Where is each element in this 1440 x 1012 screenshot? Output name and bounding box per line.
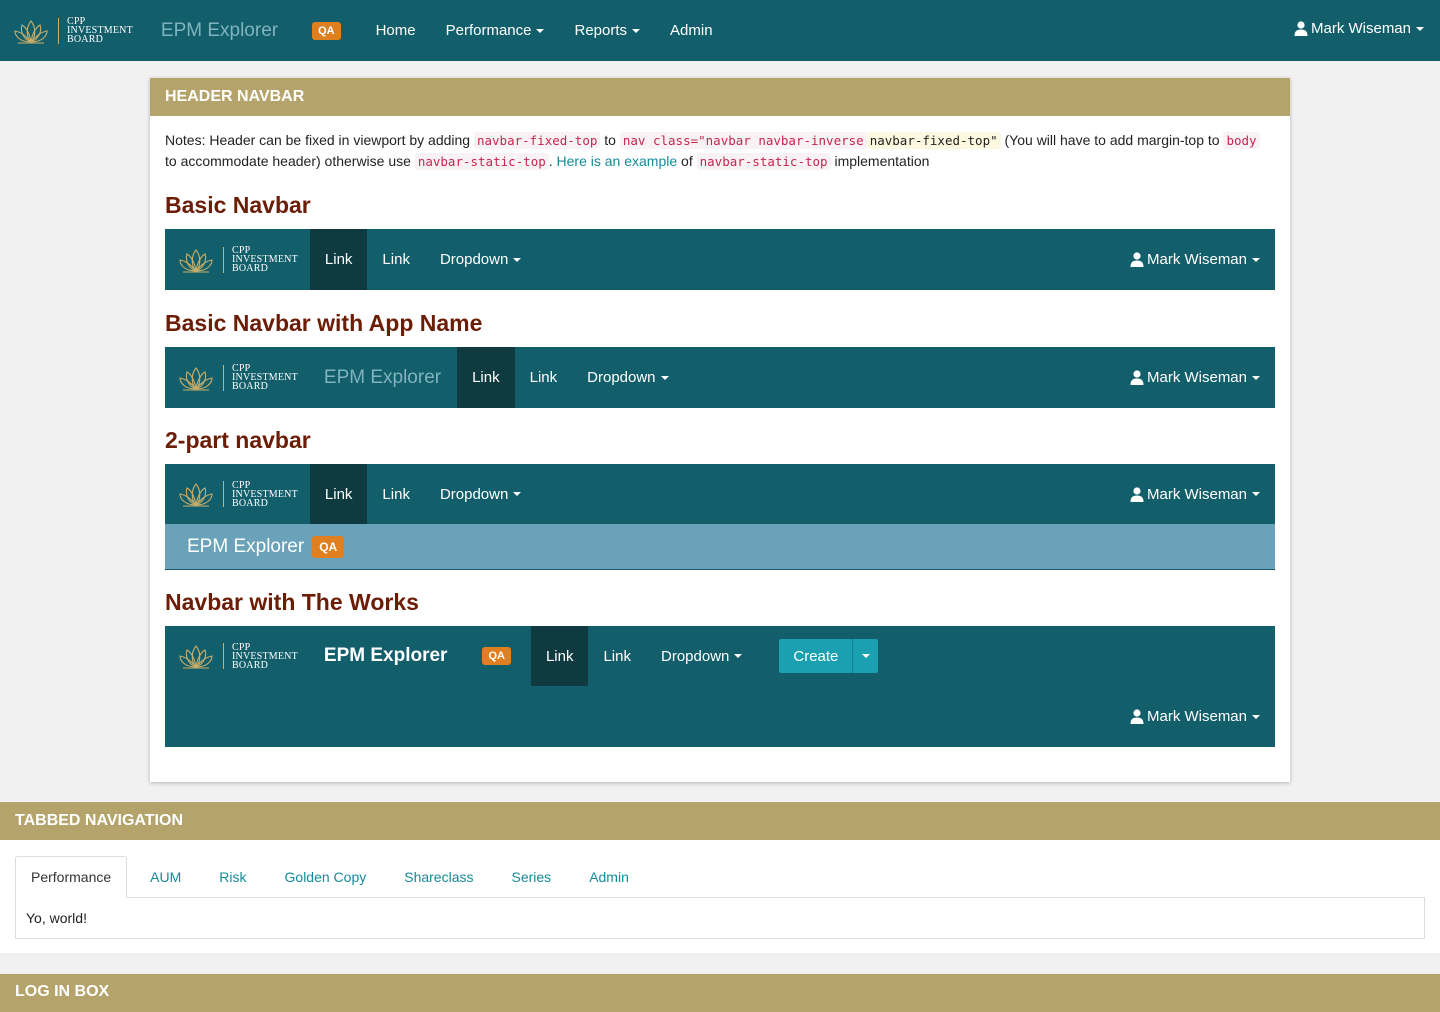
user-menu[interactable]: Mark Wiseman [1294, 20, 1424, 37]
caret-down-icon [1252, 492, 1260, 496]
user-icon [1130, 370, 1144, 385]
code-snippet: navbar-static-top [696, 153, 831, 170]
create-split-button: Create [779, 639, 879, 673]
basic-navbar-example: CPP INVESTMENT BOARD Link Link Dropdown Ma… [165, 229, 1275, 290]
nav-dropdown[interactable]: Dropdown [425, 464, 536, 524]
nav-admin[interactable]: Admin [655, 0, 728, 61]
cpp-logo[interactable]: CPP INVESTMENT BOARD [177, 642, 298, 670]
lotus-logo-icon [12, 17, 50, 45]
notes-text: Notes: Header can be fixed in viewport b… [165, 130, 1275, 172]
heading-two-part-navbar: 2-part navbar [165, 427, 311, 453]
cpp-logo[interactable]: CPP INVESTMENT BOARD [177, 480, 298, 508]
nav-link[interactable]: Link [367, 464, 425, 524]
heading-navbar-app-name: Basic Navbar with App Name [165, 310, 483, 336]
tab-admin[interactable]: Admin [574, 856, 644, 898]
code-snippet: navbar-fixed-top [473, 132, 601, 149]
nav-home[interactable]: Home [361, 0, 431, 61]
user-menu[interactable]: Mark Wiseman [1130, 486, 1260, 503]
lotus-logo-icon [177, 364, 215, 392]
nav-link-active[interactable]: Link [457, 347, 515, 408]
nav-link[interactable]: Link [515, 347, 573, 408]
app-name[interactable]: EPM Explorer [161, 20, 278, 42]
tab-performance[interactable]: Performance [15, 856, 128, 898]
lotus-logo-icon [177, 642, 215, 670]
nav-link-active[interactable]: Link [309, 464, 368, 524]
nav-link-active[interactable]: Link [530, 626, 589, 686]
code-snippet: nav class="navbar navbar-inverse [619, 132, 867, 149]
heading-navbar-works: Navbar with The Works [165, 589, 419, 615]
lotus-logo-icon [177, 480, 215, 508]
user-menu[interactable]: Mark Wiseman [1130, 369, 1260, 386]
example-link[interactable]: Here is an example [557, 153, 678, 169]
nav-performance-label: Performance [445, 22, 532, 39]
navbar-app-name-example: CPP INVESTMENT BOARD EPM Explorer Link Lin… [165, 347, 1275, 408]
login-box-title: LOG IN BOX [0, 974, 1440, 1012]
tab-risk[interactable]: Risk [204, 856, 261, 898]
nav-dropdown[interactable]: Dropdown [646, 626, 757, 686]
top-navbar: CPP INVESTMENT BOARD EPM Explorer QA Hom… [0, 0, 1440, 61]
user-menu[interactable]: Mark Wiseman [1130, 251, 1260, 268]
caret-down-icon [513, 257, 522, 262]
nav-performance[interactable]: Performance [431, 0, 560, 61]
tab-shareclass[interactable]: Shareclass [389, 856, 488, 898]
user-icon [1130, 487, 1144, 502]
cpp-logo[interactable]: CPP INVESTMENT BOARD [12, 17, 133, 45]
caret-down-icon [734, 654, 743, 658]
env-badge: QA [312, 21, 341, 40]
tabbed-navigation-title: TABBED NAVIGATION [0, 802, 1440, 840]
code-snippet: navbar-fixed-top" [866, 132, 1001, 149]
create-button[interactable]: Create [779, 639, 852, 673]
nav-dropdown[interactable]: Dropdown [572, 347, 683, 408]
caret-down-icon [632, 28, 641, 33]
navbar-works-example: CPP INVESTMENT BOARD EPM Explorer QA Link … [165, 626, 1275, 747]
cpp-logo[interactable]: CPP INVESTMENT BOARD [177, 246, 298, 274]
nav-reports-label: Reports [574, 22, 628, 39]
caret-down-icon [1252, 257, 1260, 262]
user-icon [1130, 709, 1144, 724]
two-part-navbar-example: CPP INVESTMENT BOARD Link Link Dropdown Ma… [165, 464, 1275, 570]
app-name[interactable]: EPM Explorer [187, 536, 304, 558]
tab-aum[interactable]: AUM [135, 856, 196, 898]
user-icon [1130, 252, 1144, 267]
env-badge: QA [482, 647, 511, 665]
caret-down-icon [1252, 714, 1260, 719]
user-name: Mark Wiseman [1310, 20, 1411, 37]
user-menu[interactable]: Mark Wiseman [1130, 708, 1260, 725]
nav-dropdown[interactable]: Dropdown [425, 229, 536, 290]
caret-down-icon [660, 375, 669, 380]
app-name[interactable]: EPM Explorer [324, 645, 448, 667]
lotus-logo-icon [177, 246, 215, 274]
app-name[interactable]: EPM Explorer [324, 367, 441, 389]
heading-basic-navbar: Basic Navbar [165, 192, 311, 218]
nav-link[interactable]: Link [367, 229, 425, 290]
caret-down-icon [536, 28, 545, 33]
sub-navbar: EPM Explorer QA [165, 524, 1275, 570]
nav-link-active[interactable]: Link [309, 229, 368, 290]
code-snippet: navbar-static-top [414, 153, 549, 170]
nav-link[interactable]: Link [588, 626, 646, 686]
tabbed-navigation-section: Performance AUM Risk Golden Copy Sharecl… [0, 840, 1440, 953]
caret-down-icon [1416, 26, 1424, 31]
tab-bar: Performance AUM Risk Golden Copy Sharecl… [15, 856, 648, 898]
cpp-logo[interactable]: CPP INVESTMENT BOARD [177, 364, 298, 392]
panel-title: HEADER NAVBAR [150, 78, 1290, 116]
tab-golden-copy[interactable]: Golden Copy [270, 856, 382, 898]
caret-down-icon [513, 492, 522, 496]
user-icon [1294, 21, 1308, 36]
nav-reports[interactable]: Reports [559, 0, 655, 61]
tab-series[interactable]: Series [497, 856, 567, 898]
code-snippet: body [1223, 132, 1260, 149]
create-dropdown-toggle[interactable] [852, 639, 878, 673]
env-badge: QA [312, 535, 345, 558]
logo-text-line3: BOARD [67, 34, 104, 45]
tab-content: Yo, world! [15, 897, 1425, 939]
caret-down-icon [861, 654, 870, 658]
caret-down-icon [1252, 375, 1260, 380]
